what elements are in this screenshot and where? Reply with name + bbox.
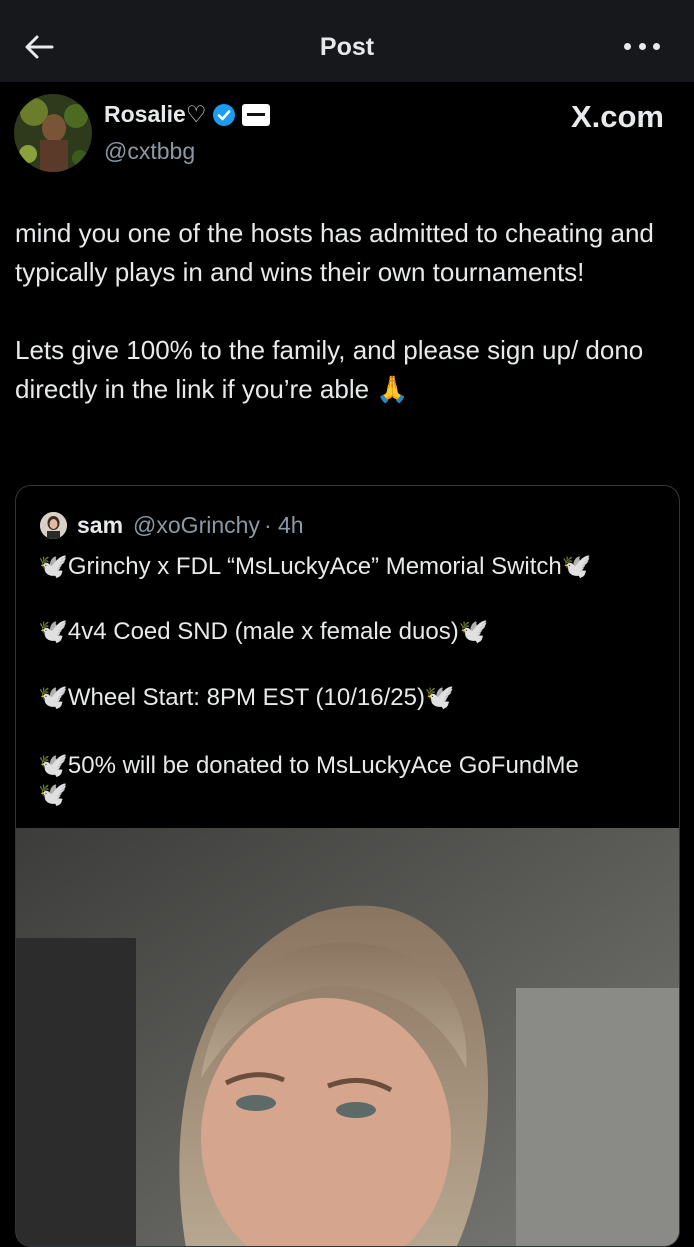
quoted-author-avatar — [40, 512, 67, 539]
quoted-text-line: 🕊️Grinchy x FDL “MsLuckyAce” Memorial Sw… — [38, 553, 592, 580]
page-title: Post — [319, 33, 375, 61]
author-handle[interactable]: @cxtbbg — [104, 138, 195, 165]
quoted-author-handle: @xoGrinchy — [133, 512, 260, 538]
post-text: mind you one of the hosts has admitted t… — [15, 214, 679, 409]
post-paragraph: Lets give 100% to the family, and please… — [15, 335, 644, 404]
post-paragraph: mind you one of the hosts has admitted t… — [15, 218, 654, 287]
quoted-post-header: sam @xoGrinchy · 4h — [40, 512, 304, 539]
top-bar: Post — [0, 0, 694, 82]
quoted-text-line: 🕊️ — [38, 781, 68, 808]
author-name-row: Rosalie♡ — [104, 101, 271, 128]
affiliation-badge-icon[interactable] — [242, 103, 271, 126]
x-brand-logo: X.com — [570, 99, 664, 134]
quoted-post-photo[interactable] — [16, 828, 679, 1247]
quoted-text-line: 🕊️50% will be donated to MsLuckyAce GoFu… — [38, 752, 579, 779]
author-avatar[interactable] — [14, 94, 92, 172]
verified-badge-icon — [213, 103, 236, 126]
author-name[interactable]: Rosalie♡ — [104, 101, 206, 128]
quoted-post[interactable]: sam @xoGrinchy · 4h 🕊️Grinchy x FDL “MsL… — [15, 485, 680, 1247]
quoted-author-name: sam — [77, 512, 124, 538]
more-options-icon[interactable] — [624, 38, 660, 54]
quoted-text-line: 🕊️4v4 Coed SND (male x female duos)🕊️ — [38, 618, 489, 645]
quoted-text-line: 🕊️Wheel Start: 8PM EST (10/16/25)🕊️ — [38, 684, 455, 711]
quoted-post-time: · 4h — [263, 512, 304, 538]
